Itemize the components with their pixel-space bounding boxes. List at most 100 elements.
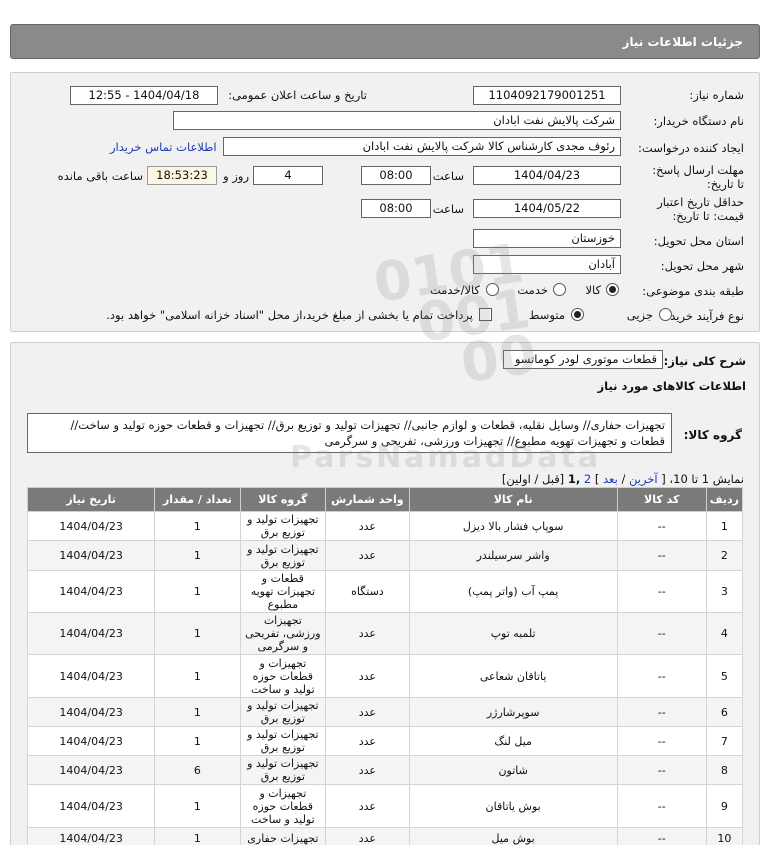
purchase-type-label: نوع فرآیند خرید : <box>662 309 744 323</box>
purchase-medium-radio[interactable] <box>571 308 584 321</box>
days-label: روز و <box>223 169 249 183</box>
cell-qty: 1 <box>154 784 241 828</box>
table-row: 1 -- سوپاپ فشار بالا دیزل عدد تجهیزات تولید … <box>26 511 744 541</box>
table-row: 3 -- پمپ آب (واتر پمپ) دستگاه قطعات و تجهیزا… <box>26 570 744 613</box>
pagination-prev-first: [قبل / اولین] <box>501 472 565 486</box>
cell-unit: عدد <box>325 784 410 828</box>
category-goods-label: کالا <box>585 283 601 297</box>
validity-time-field: 08:00 <box>361 199 431 218</box>
category-goods-service-radio[interactable] <box>486 283 499 296</box>
cell-group: قطعات و تجهیزات تهویه مطبوع <box>239 570 327 613</box>
cell-date: 1404/04/23 <box>26 827 156 845</box>
col-name: نام کالا <box>408 487 618 512</box>
category-service-radio[interactable] <box>553 283 566 296</box>
page-header: جزئیات اطلاعات نیاز <box>10 24 760 59</box>
col-code: کد کالا <box>616 487 707 512</box>
cell-unit: دستگاه <box>325 570 410 613</box>
pagination-last-link[interactable]: آخرین <box>629 472 658 486</box>
cell-code: -- <box>616 755 707 785</box>
need-number-label: شماره نیاز: <box>689 88 744 102</box>
category-goods-radio[interactable] <box>606 283 619 296</box>
cell-unit: عدد <box>325 654 410 698</box>
announce-field: 1404/04/18 - 12:55 <box>70 86 218 105</box>
cell-row: 9 <box>705 784 744 828</box>
col-row: ردیف <box>705 487 744 512</box>
reply-time-field: 08:00 <box>361 166 431 185</box>
cell-name: واشر سرسیلندر <box>408 540 618 571</box>
treasury-payment-checkbox[interactable] <box>479 308 492 321</box>
table-row: 10 -- بوش میل عدد تجهیزات حفاری 1 1404/04/23 <box>26 827 744 845</box>
cell-name: تلمبه توپ <box>408 612 618 655</box>
reply-time-label: ساعت <box>432 169 464 183</box>
pagination-bracket-open: [ <box>661 472 666 486</box>
cell-name: سوپرشارژر <box>408 697 618 727</box>
cell-row: 3 <box>705 570 744 613</box>
cell-row: 7 <box>705 726 744 756</box>
cell-name: شاتون <box>408 755 618 785</box>
buyer-contact-link[interactable]: اطلاعات تماس خریدار <box>110 140 217 154</box>
cell-date: 1404/04/23 <box>26 511 156 541</box>
cell-date: 1404/04/23 <box>26 755 156 785</box>
cell-group: تجهیزات و قطعات حوزه تولید و ساخت <box>239 654 327 698</box>
cell-code: -- <box>616 697 707 727</box>
cell-name: میل لنگ <box>408 726 618 756</box>
validity-time-label: ساعت <box>432 202 464 216</box>
cell-date: 1404/04/23 <box>26 726 156 756</box>
items-table-body: 1 -- سوپاپ فشار بالا دیزل عدد تجهیزات تولید … <box>26 511 744 845</box>
cell-date: 1404/04/23 <box>26 540 156 571</box>
province-field: خوزستان <box>473 229 621 248</box>
goods-group-field: تجهیزات حفاری// وسایل نقلیه، قطعات و لوا… <box>27 413 672 453</box>
table-row: 6 -- سوپرشارژر عدد تجهیزات تولید و توزیع برق… <box>26 697 744 727</box>
cell-code: -- <box>616 540 707 571</box>
pagination: نمایش 1 تا 10، [ آخرین / بعد ] 2 ,1 [قبل… <box>502 472 744 486</box>
cell-qty: 1 <box>154 570 241 613</box>
purchase-small-radio[interactable] <box>659 308 672 321</box>
cell-unit: عدد <box>325 612 410 655</box>
cell-row: 5 <box>705 654 744 698</box>
goods-info-title: اطلاعات کالاهای مورد نیاز <box>597 379 746 393</box>
treasury-payment-note: پرداخت تمام یا بخشی از مبلغ خرید،از محل … <box>106 308 473 322</box>
buyer-org-field: شرکت پالایش نفت ابادان <box>173 111 621 130</box>
cell-date: 1404/04/23 <box>26 654 156 698</box>
cell-code: -- <box>616 784 707 828</box>
cell-row: 2 <box>705 540 744 571</box>
category-label: طبقه بندی موضوعی: <box>642 284 744 298</box>
table-row: 7 -- میل لنگ عدد تجهیزات تولید و توزیع برق 1 1… <box>26 726 744 756</box>
pagination-next-link[interactable]: بعد <box>603 472 618 486</box>
cell-row: 10 <box>705 827 744 845</box>
table-row: 2 -- واشر سرسیلندر عدد تجهیزات تولید و توزیع… <box>26 540 744 571</box>
cell-qty: 1 <box>154 511 241 541</box>
cell-name: سوپاپ فشار بالا دیزل <box>408 511 618 541</box>
pagination-page-2[interactable]: 2 <box>584 472 591 486</box>
category-goods-service-label: کالا/خدمت <box>429 283 480 297</box>
table-row: 4 -- تلمبه توپ عدد تجهیزات ورزشی، تفریحی و س… <box>26 612 744 655</box>
creator-field: رئوف مجدی کارشناس کالا شرکت پالایش نفت ا… <box>223 137 621 156</box>
cell-unit: عدد <box>325 726 410 756</box>
pagination-page-1: ,1 <box>567 472 581 486</box>
days-remaining-field: 4 <box>253 166 323 185</box>
cell-name: بوش میل <box>408 827 618 845</box>
cell-code: -- <box>616 654 707 698</box>
purchase-medium-label: متوسط <box>528 308 565 322</box>
cell-group: تجهیزات تولید و توزیع برق <box>239 540 327 571</box>
cell-row: 1 <box>705 511 744 541</box>
cell-unit: عدد <box>325 827 410 845</box>
cell-unit: عدد <box>325 540 410 571</box>
city-field: آبادان <box>473 255 621 274</box>
city-label: شهر محل تحویل: <box>660 259 744 273</box>
cell-group: تجهیزات تولید و توزیع برق <box>239 726 327 756</box>
cell-group: تجهیزات ورزشی، تفریحی و سرگرمی <box>239 612 327 655</box>
price-validity-label: حداقل تاریخ اعتبار قیمت: تا تاریخ: <box>657 195 744 223</box>
cell-qty: 1 <box>154 654 241 698</box>
cell-group: تجهیزات حفاری <box>239 827 327 845</box>
table-row: 8 -- شاتون عدد تجهیزات تولید و توزیع برق 6 140… <box>26 755 744 785</box>
cell-row: 6 <box>705 697 744 727</box>
cell-group: تجهیزات و قطعات حوزه تولید و ساخت <box>239 784 327 828</box>
cell-qty: 1 <box>154 612 241 655</box>
cell-name: پمپ آب (واتر پمپ) <box>408 570 618 613</box>
cell-code: -- <box>616 726 707 756</box>
cell-group: تجهیزات تولید و توزیع برق <box>239 755 327 785</box>
pagination-slash: / <box>621 472 626 486</box>
items-table: ردیف کد کالا نام کالا واحد شمارش گروه کا… <box>26 487 744 845</box>
col-group: گروه کالا <box>239 487 327 512</box>
